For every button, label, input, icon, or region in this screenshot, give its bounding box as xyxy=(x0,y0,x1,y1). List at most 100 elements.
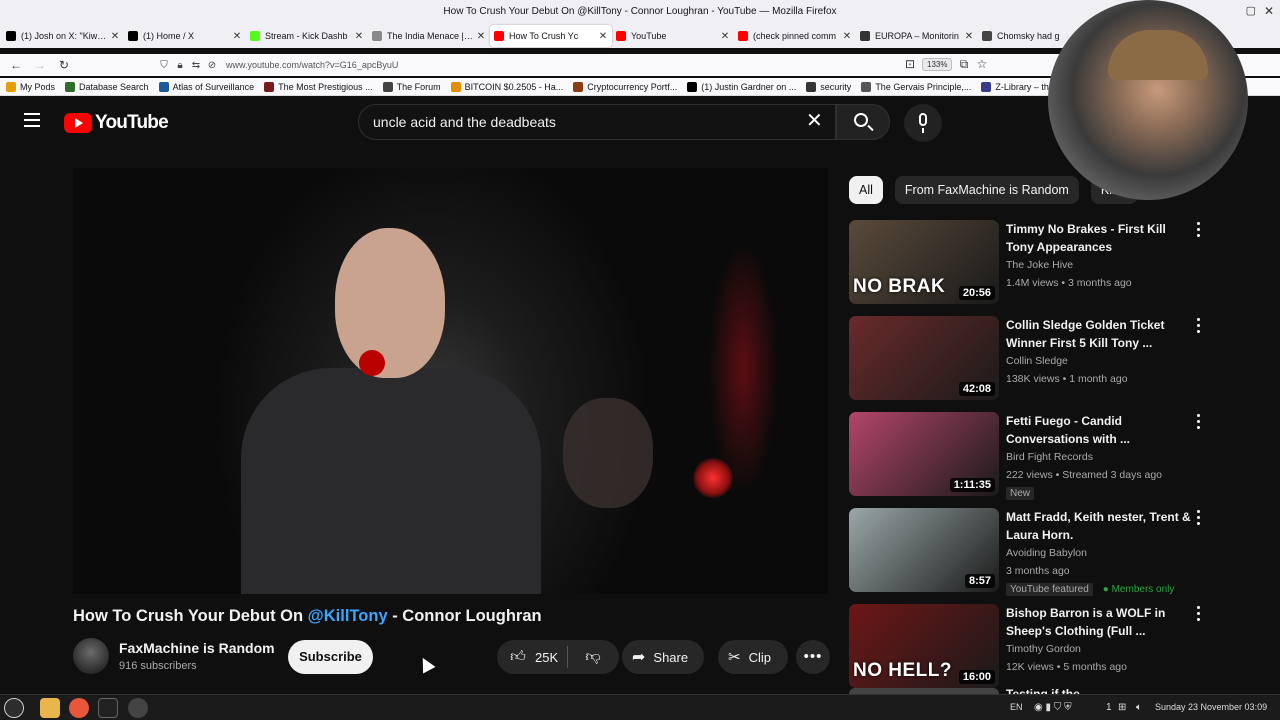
tray-icons[interactable]: ◉ ▮ ⛉ ⛨ xyxy=(1034,702,1072,713)
clear-search-icon[interactable]: ✕ xyxy=(806,110,823,132)
more-options-icon[interactable] xyxy=(1197,318,1203,336)
recommendation-title[interactable]: Timmy No Brakes - First Kill Tony Appear… xyxy=(1006,220,1196,256)
bookmark-favicon-icon xyxy=(981,81,992,92)
firefox-icon[interactable] xyxy=(69,698,89,718)
clock[interactable]: Sunday 23 November 03:09 xyxy=(1155,702,1267,712)
clip-button[interactable]: ✂ Clip xyxy=(718,640,788,674)
more-options-icon[interactable] xyxy=(1197,606,1203,624)
close-tab-icon[interactable]: ✕ xyxy=(232,31,242,42)
close-tab-icon[interactable]: ✕ xyxy=(598,31,608,42)
youtube-wordmark: YouTube xyxy=(95,112,169,133)
more-options-icon[interactable] xyxy=(1197,222,1203,240)
bookmark-item[interactable]: security xyxy=(806,81,852,92)
video-thumbnail[interactable]: 1:11:35 xyxy=(849,412,999,496)
youtube-logo[interactable]: YouTube xyxy=(64,112,169,134)
recommendation-channel[interactable]: Avoiding Babylon xyxy=(1006,547,1087,559)
recommendation-title[interactable]: Bishop Barron is a WOLF in Sheep's Cloth… xyxy=(1006,604,1196,640)
bookmark-item[interactable]: Database Search xyxy=(65,81,149,92)
video-thumbnail[interactable]: NO BRAK 20:56 xyxy=(849,220,999,304)
bookmark-item[interactable]: Atlas of Surveillance xyxy=(158,81,254,92)
recommendation-item[interactable]: NO BRAK 20:56 Timmy No Brakes - First Kill… xyxy=(849,220,1209,312)
tab[interactable]: The India Menace | Page✕ xyxy=(368,25,490,47)
close-tab-icon[interactable]: ✕ xyxy=(964,31,974,42)
close-tab-icon[interactable]: ✕ xyxy=(110,31,120,42)
url-bar[interactable]: ⛉ 🔒︎ ⇆ ⊘ www.youtube.com/watch?v=G16_apc… xyxy=(156,54,996,76)
video-thumbnail[interactable]: 42:08 xyxy=(849,316,999,400)
subscribe-button[interactable]: Subscribe xyxy=(288,640,373,674)
recommendation-title[interactable]: Matt Fradd, Keith nester, Trent & Laura … xyxy=(1006,508,1196,544)
scissors-icon: ✂ xyxy=(728,649,741,666)
tab[interactable]: (check pinned comm ✕ xyxy=(734,25,856,47)
bookmark-item[interactable]: The Forum xyxy=(382,81,441,92)
keyboard-layout[interactable]: EN xyxy=(1010,702,1023,712)
filter-chip[interactable]: All xyxy=(849,176,883,204)
zoom-level[interactable]: 133% xyxy=(922,58,953,71)
bookmark-item[interactable]: The Most Prestigious ... xyxy=(264,81,373,92)
bookmark-item[interactable]: BITCOIN $0.2505 - Ha... xyxy=(450,81,563,92)
recommendation-channel[interactable]: Bird Fight Records xyxy=(1006,451,1093,463)
start-menu-icon[interactable] xyxy=(4,698,24,718)
volume-icon[interactable]: 🔈︎ xyxy=(1136,702,1142,713)
recommendation-item[interactable]: 8:57 Matt Fradd, Keith nester, Trent & La… xyxy=(849,508,1209,600)
recommendation-channel[interactable]: Collin Sledge xyxy=(1006,355,1068,367)
menu-icon[interactable] xyxy=(24,113,40,127)
video-duration: 16:00 xyxy=(958,670,995,684)
screenshot-icon[interactable]: ⊡ xyxy=(898,54,922,74)
terminal-icon[interactable] xyxy=(98,698,118,718)
close-tab-icon[interactable]: ✕ xyxy=(354,31,364,42)
url-text[interactable]: www.youtube.com/watch?v=G16_apcByuU xyxy=(226,60,398,70)
voice-search-button[interactable] xyxy=(904,104,942,142)
bookmark-item[interactable]: My Pods xyxy=(6,81,55,92)
recommendation-title[interactable]: Collin Sledge Golden Ticket Winner First… xyxy=(1006,316,1196,352)
channel-name[interactable]: FaxMachine is Random xyxy=(119,640,275,656)
tracking-shield-icon[interactable]: ⛉ xyxy=(156,60,172,71)
share-button[interactable]: ➦ Share xyxy=(622,640,704,674)
bookmark-star-icon[interactable]: ☆ xyxy=(970,54,994,74)
avatar[interactable] xyxy=(73,638,109,674)
tab[interactable]: (1) Josh on X: "Kiwi F ✕ xyxy=(2,25,124,47)
recommendation-item[interactable]: 1:11:35 Fetti Fuego - Candid Conversation… xyxy=(849,412,1209,504)
permissions-icon[interactable]: ⇆ xyxy=(188,60,204,71)
back-icon[interactable]: ← xyxy=(4,55,28,75)
bookmark-item[interactable]: The Gervais Principle,... xyxy=(861,81,971,92)
recommendation-channel[interactable]: Timothy Gordon xyxy=(1006,643,1081,655)
lock-icon[interactable]: 🔒︎ xyxy=(172,60,188,71)
mention-link[interactable]: @KillTony xyxy=(308,607,388,625)
recommendation-item[interactable]: NO HELL? 16:00 Bishop Barron is a WOLF in … xyxy=(849,604,1209,696)
search-input[interactable]: uncle acid and the deadbeats xyxy=(358,104,836,140)
filter-chip[interactable]: From FaxMachine is Random xyxy=(894,176,1079,204)
bookmark-item[interactable]: Cryptocurrency Portf... xyxy=(573,81,677,92)
more-options-icon[interactable] xyxy=(1197,510,1203,528)
tab-label: (check pinned comm xyxy=(753,31,837,41)
recommendation-item[interactable]: 42:08 Collin Sledge Golden Ticket Winner … xyxy=(849,316,1209,408)
reload-icon[interactable]: ↻ xyxy=(52,55,76,75)
dislike-button[interactable]: 👎︎ xyxy=(568,648,618,666)
network-icon[interactable]: ⊞ xyxy=(1118,702,1126,713)
close-tab-icon[interactable]: ✕ xyxy=(842,31,852,42)
bookmark-item[interactable]: (1) Justin Gardner on ... xyxy=(687,81,796,92)
tab[interactable]: (1) Home / X ✕ xyxy=(124,25,246,47)
search-button[interactable] xyxy=(836,104,890,140)
more-options-icon[interactable] xyxy=(1197,414,1203,432)
autoplay-blocked-icon[interactable]: ⊘ xyxy=(204,60,220,71)
forward-icon[interactable]: → xyxy=(28,55,52,75)
video-player[interactable] xyxy=(73,168,828,594)
tab[interactable]: EUROPA – Monitorin ✕ xyxy=(856,25,978,47)
video-thumbnail[interactable]: 8:57 xyxy=(849,508,999,592)
bookmark-label: security xyxy=(820,81,852,92)
close-tab-icon[interactable]: ✕ xyxy=(720,31,730,42)
close-tab-icon[interactable]: ✕ xyxy=(476,31,486,42)
obs-icon[interactable] xyxy=(128,698,148,718)
like-button[interactable]: 👍︎ 25K xyxy=(497,648,567,666)
recommendation-channel[interactable]: The Joke Hive xyxy=(1006,259,1073,271)
tab[interactable]: YouTube ✕ xyxy=(612,25,734,47)
close-window-icon[interactable]: ✕ xyxy=(1264,4,1274,18)
recommendation-title[interactable]: Fetti Fuego - Candid Conversations with … xyxy=(1006,412,1196,448)
tab[interactable]: Stream - Kick Dashb ✕ xyxy=(246,25,368,47)
more-actions-button[interactable]: ••• xyxy=(796,640,830,674)
maximize-icon[interactable]: ▢ xyxy=(1246,4,1256,17)
folder-icon[interactable] xyxy=(40,698,60,718)
tab-label: (1) Home / X xyxy=(143,31,195,41)
tab[interactable]: How To Crush Yc ✕ xyxy=(490,25,612,47)
video-thumbnail[interactable]: NO HELL? 16:00 xyxy=(849,604,999,688)
